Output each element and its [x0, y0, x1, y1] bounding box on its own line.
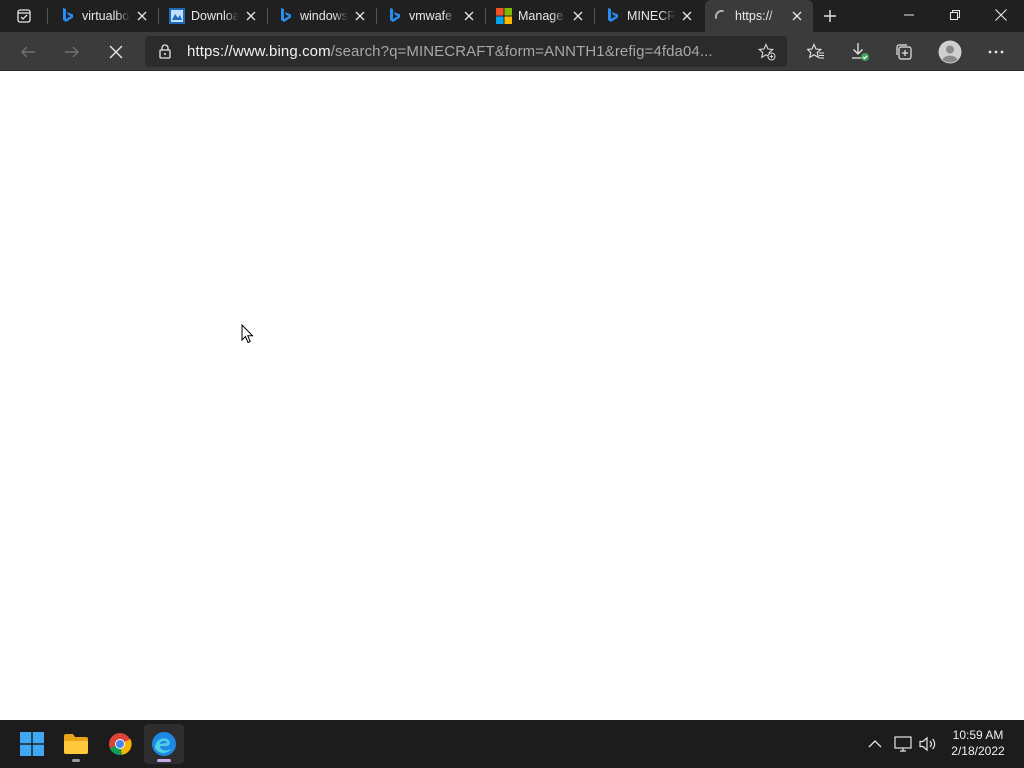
collections-icon [896, 44, 912, 60]
close-icon [995, 9, 1007, 21]
url-text[interactable]: https://www.bing.com/search?q=MINECRAFT&… [187, 43, 757, 60]
chrome-icon [109, 733, 132, 755]
page-content [0, 71, 1024, 720]
taskbar: 10:59 AM 2/18/2022 [0, 720, 1024, 768]
tab-close-icon[interactable] [243, 8, 259, 24]
minimize-icon [904, 14, 914, 16]
network-icon [894, 736, 912, 752]
tab-title: windows [300, 9, 348, 23]
url-host: https://www.bing.com [187, 43, 331, 60]
start-icon [20, 732, 44, 756]
restore-button[interactable] [932, 0, 978, 30]
tab-actions-button[interactable] [6, 4, 42, 28]
tab-separator [376, 8, 377, 24]
start-button[interactable] [12, 724, 52, 764]
tab-windows[interactable]: windows [270, 0, 374, 32]
tab-virtualbox[interactable]: virtualbox [52, 0, 156, 32]
network-button[interactable] [892, 732, 914, 756]
bing-icon [387, 8, 403, 24]
stop-loading-button[interactable] [101, 37, 131, 67]
tab-separator [47, 8, 48, 24]
back-button[interactable] [13, 37, 43, 67]
lock-icon[interactable] [157, 43, 173, 59]
tab-title: virtualbox [82, 9, 130, 23]
clock-time: 10:59 AM [952, 728, 1004, 742]
more-button[interactable] [981, 37, 1011, 67]
more-icon [988, 50, 1004, 54]
tab-bar: virtualbox Download windows [0, 0, 1024, 32]
download-page-icon [169, 8, 185, 24]
tab-separator [485, 8, 486, 24]
plus-icon [824, 10, 836, 22]
edge-button[interactable] [144, 724, 184, 764]
tab-close-icon[interactable] [789, 8, 805, 24]
profile-button[interactable] [935, 37, 965, 67]
volume-button[interactable] [917, 732, 939, 756]
mouse-cursor-icon [241, 324, 254, 344]
tab-close-icon[interactable] [134, 8, 150, 24]
stop-loading-icon [109, 45, 123, 59]
tab-title: vmwafe [409, 9, 453, 23]
favorites-button[interactable] [801, 37, 831, 67]
tab-vmwafe[interactable]: vmwafe [379, 0, 483, 32]
volume-icon [919, 736, 936, 752]
collections-button[interactable] [889, 37, 919, 67]
edge-icon [152, 732, 176, 756]
bing-icon [605, 8, 621, 24]
tab-close-icon[interactable] [679, 8, 695, 24]
address-bar[interactable]: https://www.bing.com/search?q=MINECRAFT&… [145, 36, 787, 67]
downloads-icon [852, 43, 869, 61]
tab-separator [267, 8, 268, 24]
tab-separator [158, 8, 159, 24]
forward-icon [65, 46, 79, 58]
forward-button[interactable] [57, 37, 87, 67]
tab-close-icon[interactable] [570, 8, 586, 24]
url-path: /search?q=MINECRAFT&form=ANNTH1&refig=4f… [330, 43, 713, 60]
tab-close-icon[interactable] [461, 8, 477, 24]
minimize-button[interactable] [886, 0, 932, 30]
show-hidden-icons-icon [868, 740, 882, 748]
profile-icon [938, 40, 962, 64]
file-explorer-button[interactable] [56, 724, 96, 764]
tab-actions-icon [17, 9, 31, 23]
tab-active-loading[interactable]: https:// [705, 0, 813, 32]
file-explorer-icon [64, 734, 88, 754]
close-window-button[interactable] [978, 0, 1024, 30]
system-clock[interactable]: 10:59 AM 2/18/2022 [940, 727, 1016, 759]
bing-icon [60, 8, 76, 24]
loading-spinner-icon [713, 8, 729, 24]
new-tab-button[interactable] [818, 4, 842, 28]
microsoft-logo-icon [496, 8, 512, 24]
back-icon [21, 46, 35, 58]
tab-manage[interactable]: Manage [488, 0, 592, 32]
restore-icon [950, 10, 960, 20]
favorites-icon [807, 43, 824, 59]
tab-title: https:// [735, 9, 773, 23]
tab-title: Manage [518, 9, 564, 23]
tab-separator [594, 8, 595, 24]
clock-date: 2/18/2022 [951, 744, 1005, 758]
tab-close-icon[interactable] [352, 8, 368, 24]
chrome-button[interactable] [100, 724, 140, 764]
running-indicator [157, 759, 171, 762]
tab-minecraft[interactable]: MINECR [597, 0, 701, 32]
downloads-button[interactable] [845, 37, 875, 67]
tab-title: MINECR [627, 9, 675, 23]
tab-download[interactable]: Download [161, 0, 265, 32]
show-hidden-icons-button[interactable] [864, 732, 886, 756]
bing-icon [278, 8, 294, 24]
browser-toolbar: https://www.bing.com/search?q=MINECRAFT&… [0, 32, 1024, 71]
add-favorite-icon[interactable] [757, 42, 777, 62]
tab-title: Download [191, 9, 239, 23]
running-indicator [72, 759, 80, 762]
